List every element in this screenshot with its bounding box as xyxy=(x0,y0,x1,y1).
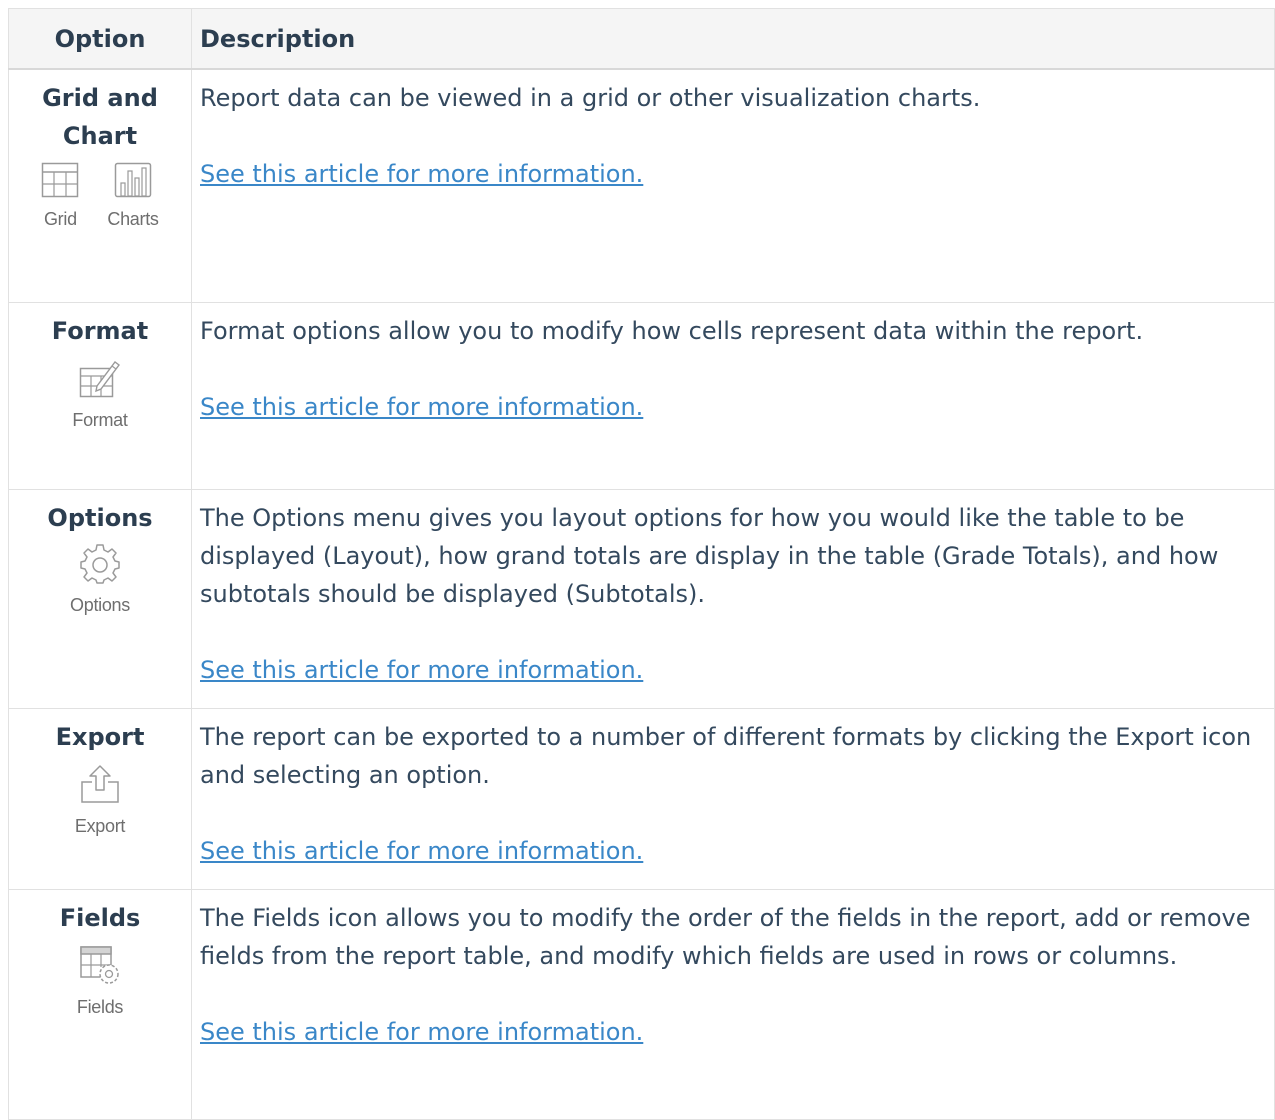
grid-icon xyxy=(42,162,79,198)
gear-icon xyxy=(80,544,120,584)
option-title: Export xyxy=(55,723,145,751)
option-title: Format xyxy=(51,317,149,345)
table-row: Options Options The Options menu gives y… xyxy=(8,489,1275,709)
more-info-link[interactable]: See this article for more information. xyxy=(200,393,643,421)
description-text: Format options allow you to modify how c… xyxy=(200,317,1144,345)
option-cell: Export Export xyxy=(8,708,192,890)
more-info-link[interactable]: See this article for more information. xyxy=(200,837,643,865)
description-cell: Report data can be viewed in a grid or o… xyxy=(191,68,1275,303)
option-cell: Grid and Chart Grid Charts xyxy=(8,68,192,303)
fields-label: Fields xyxy=(76,997,124,1017)
options-button[interactable]: Options xyxy=(70,543,130,616)
option-cell: Fields Fields xyxy=(8,889,192,1120)
export-label: Export xyxy=(74,816,126,836)
more-info-link[interactable]: See this article for more information. xyxy=(200,656,643,684)
option-title: Grid and Chart xyxy=(42,84,158,150)
table-row: Format Format Format options allow you t… xyxy=(8,302,1275,490)
more-info-link[interactable]: See this article for more information. xyxy=(200,1018,643,1046)
format-icon xyxy=(79,361,120,398)
bar-chart-icon xyxy=(114,162,152,198)
description-cell: The report can be exported to a number o… xyxy=(191,708,1275,890)
option-cell: Options Options xyxy=(8,489,192,709)
options-table: Option Description Grid and Chart Grid C… xyxy=(8,8,1275,1120)
description-text: Report data can be viewed in a grid or o… xyxy=(200,84,981,112)
option-column-header: Option xyxy=(8,8,192,70)
option-title: Options xyxy=(47,504,153,532)
description-text: The Fields icon allows you to modify the… xyxy=(200,904,1251,970)
description-column-header: Description xyxy=(191,8,1275,70)
format-label: Format xyxy=(72,410,128,430)
export-button[interactable]: Export xyxy=(75,762,125,837)
export-icon xyxy=(81,765,119,803)
fields-icon xyxy=(80,946,119,984)
option-cell: Format Format xyxy=(8,302,192,490)
options-label: Options xyxy=(70,595,130,615)
description-cell: Format options allow you to modify how c… xyxy=(191,302,1275,490)
option-title: Fields xyxy=(59,904,141,932)
charts-button[interactable]: Charts xyxy=(107,161,159,230)
format-button[interactable]: Format xyxy=(72,356,128,431)
more-info-link[interactable]: See this article for more information. xyxy=(200,160,643,188)
description-cell: The Options menu gives you layout option… xyxy=(191,489,1275,709)
table-row: Export Export The report can be exported… xyxy=(8,708,1275,890)
description-cell: The Fields icon allows you to modify the… xyxy=(191,889,1275,1120)
charts-label: Charts xyxy=(107,209,159,229)
description-text: The report can be exported to a number o… xyxy=(200,723,1252,789)
table-header-row: Option Description xyxy=(8,8,1275,70)
description-text: The Options menu gives you layout option… xyxy=(200,504,1219,608)
grid-label: Grid xyxy=(43,209,77,229)
grid-button[interactable]: Grid xyxy=(41,161,79,230)
table-row: Grid and Chart Grid Charts Report data c… xyxy=(8,68,1275,303)
table-row: Fields Fields The Fields icon allows you… xyxy=(8,889,1275,1120)
fields-button[interactable]: Fields xyxy=(77,943,123,1018)
